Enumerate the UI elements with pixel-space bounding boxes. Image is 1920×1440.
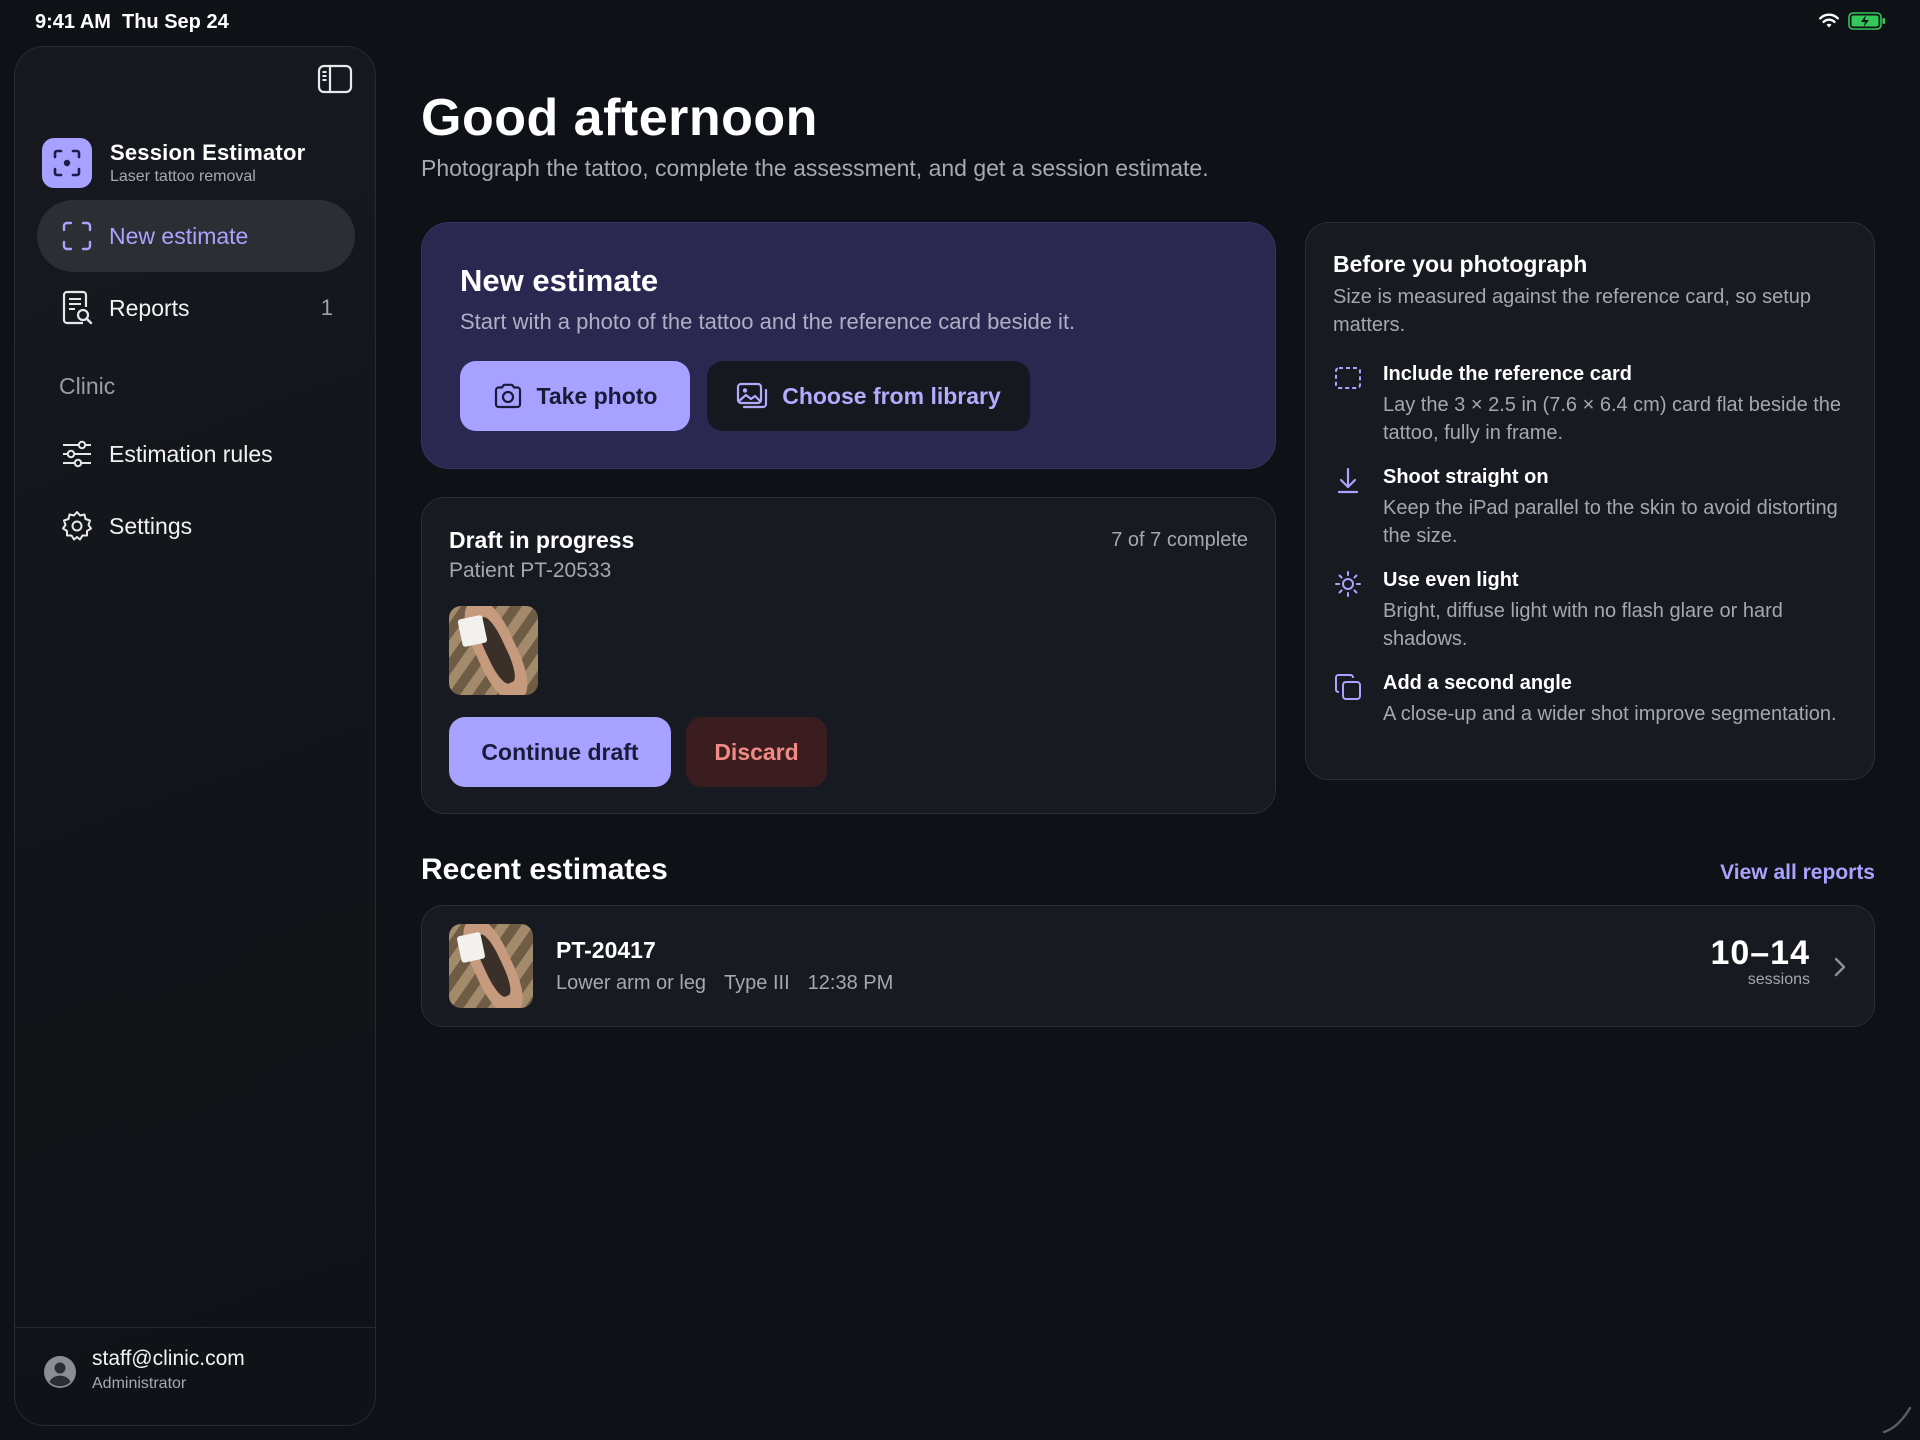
- tip-title: Include the reference card: [1383, 363, 1632, 385]
- draft-card: Draft in progress Patient PT-20533 7 of …: [421, 497, 1276, 814]
- arrow-down-icon: [1333, 466, 1363, 496]
- sidebar-section-clinic: Clinic: [59, 373, 116, 399]
- tip-text: A close-up and a wider shot improve segm…: [1383, 703, 1837, 725]
- wifi-icon: [1819, 13, 1839, 28]
- user-email: staff@clinic.com: [92, 1347, 245, 1370]
- choose-from-library-button[interactable]: Choose from library: [707, 361, 1030, 431]
- draft-patient-id: Patient PT-20533: [449, 559, 612, 582]
- recent-estimates-heading: Recent estimates: [421, 853, 668, 886]
- scan-frame-icon: [59, 218, 95, 254]
- take-photo-label: Take photo: [536, 382, 658, 409]
- tip-title: Use even light: [1383, 569, 1519, 591]
- recent-patient-id: PT-20417: [556, 937, 656, 963]
- sidebar-item-label: Estimation rules: [109, 440, 273, 467]
- app-title: Session Estimator: [110, 140, 306, 165]
- dashed-card-icon: [1333, 363, 1363, 393]
- tip-text: Bright, diffuse light with no flash glar…: [1383, 600, 1783, 650]
- new-estimate-description: Start with a photo of the tattoo and the…: [460, 309, 1076, 334]
- status-icons: [1818, 12, 1886, 30]
- user-account[interactable]: staff@clinic.com Administrator: [15, 1327, 375, 1425]
- tip-title: Shoot straight on: [1383, 466, 1549, 488]
- app-subtitle: Laser tattoo removal: [110, 168, 256, 185]
- sidebar: Session Estimator Laser tattoo removal N…: [14, 46, 376, 1426]
- battery-charging-icon: [1848, 12, 1885, 30]
- copy-icon: [1333, 672, 1363, 702]
- sidebar-item-estimation-rules[interactable]: Estimation rules: [37, 418, 355, 490]
- scribble-indicator-icon: [1882, 1406, 1912, 1434]
- view-all-reports-link[interactable]: View all reports: [1720, 861, 1875, 885]
- sessions-unit: sessions: [1747, 971, 1810, 988]
- recent-estimate-meta: Lower arm or leg Type III 12:38 PM: [556, 972, 893, 995]
- photo-tips-card: Before you photograph Size is measured a…: [1305, 222, 1875, 780]
- report-search-icon: [59, 290, 95, 326]
- take-photo-button[interactable]: Take photo: [460, 361, 690, 431]
- sun-icon: [1333, 569, 1363, 599]
- page-subtitle: Photograph the tattoo, complete the asse…: [421, 155, 1209, 181]
- gear-icon: [59, 508, 95, 544]
- tip-text: Lay the 3 × 2.5 in (7.6 × 6.4 cm) card f…: [1383, 394, 1842, 444]
- tips-title: Before you photograph: [1333, 251, 1588, 277]
- skin-type: Type III: [724, 972, 790, 994]
- tips-description: Size is measured against the reference c…: [1333, 286, 1812, 336]
- discard-draft-button[interactable]: Discard: [686, 717, 827, 787]
- estimate-time: 12:38 PM: [807, 972, 894, 994]
- sessions-range: 10–14: [1710, 934, 1810, 972]
- recent-tattoo-thumbnail: [449, 924, 533, 1008]
- sidebar-item-label: Settings: [109, 512, 193, 539]
- sidebar-item-reports[interactable]: Reports 1: [37, 272, 355, 344]
- draft-progress: 7 of 7 complete: [1111, 529, 1248, 551]
- draft-tattoo-thumbnail[interactable]: [449, 606, 538, 695]
- sidebar-toggle-icon[interactable]: [315, 61, 355, 97]
- reports-count-badge: 1: [320, 295, 333, 320]
- continue-draft-button[interactable]: Continue draft: [449, 717, 671, 787]
- tip-title: Add a second angle: [1383, 672, 1572, 694]
- sidebar-item-settings[interactable]: Settings: [37, 490, 355, 562]
- page-title: Good afternoon: [421, 89, 818, 147]
- body-area: Lower arm or leg: [556, 972, 707, 994]
- tip-text: Keep the iPad parallel to the skin to av…: [1383, 497, 1838, 547]
- photo-library-icon: [737, 382, 768, 409]
- status-date: Thu Sep 24: [122, 11, 229, 33]
- sidebar-item-new-estimate[interactable]: New estimate: [37, 200, 355, 272]
- camera-icon: [494, 383, 521, 409]
- sidebar-item-label: Reports: [109, 294, 190, 321]
- sliders-icon: [59, 436, 95, 472]
- status-bar: 9:41 AM Thu Sep 24: [0, 0, 1920, 44]
- draft-title: Draft in progress: [449, 527, 635, 553]
- app-logo-icon: [42, 138, 92, 188]
- recent-estimate-row[interactable]: PT-20417 Lower arm or leg Type III 12:38…: [421, 905, 1875, 1027]
- sidebar-item-label: New estimate: [109, 222, 249, 249]
- sessions-estimate: 10–14 sessions: [1710, 934, 1810, 989]
- chevron-right-icon: [1834, 957, 1846, 977]
- avatar-icon: [43, 1355, 77, 1389]
- new-estimate-card: New estimate Start with a photo of the t…: [421, 222, 1276, 469]
- choose-library-label: Choose from library: [782, 382, 1001, 409]
- user-role: Administrator: [92, 1375, 187, 1392]
- app-brand: Session Estimator Laser tattoo removal: [42, 138, 305, 188]
- new-estimate-title: New estimate: [460, 263, 659, 298]
- status-time: 9:41 AM: [35, 11, 111, 33]
